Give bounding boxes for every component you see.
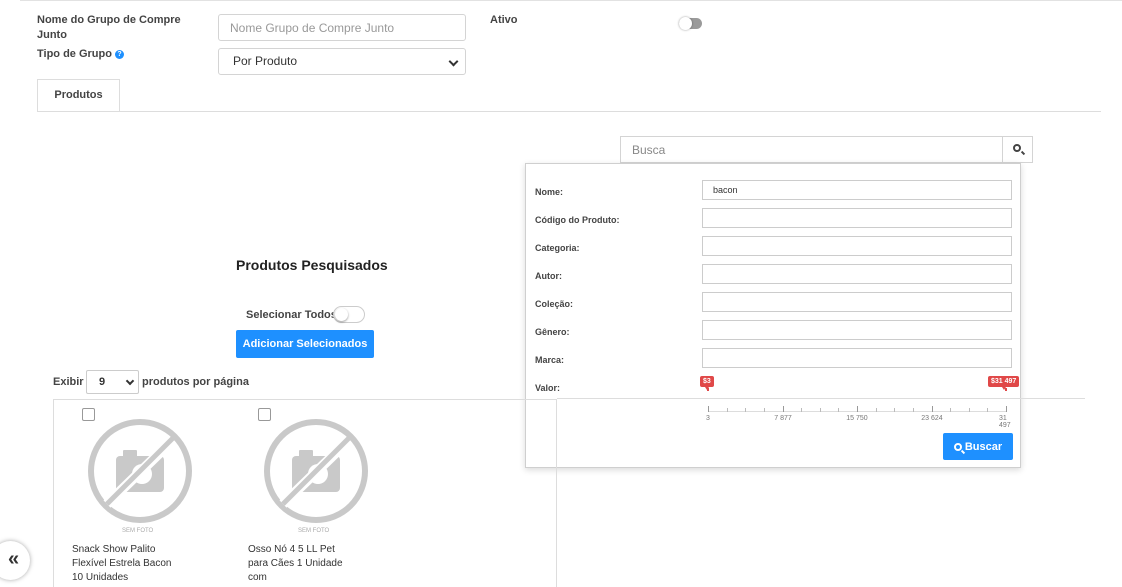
help-icon[interactable]: ? [114, 50, 124, 59]
top-divider [20, 0, 1122, 1]
tab-divider [37, 111, 1101, 112]
slider-tick [745, 408, 747, 412]
filter-categoria-input[interactable] [702, 236, 1012, 256]
tick-label: 23 624 [921, 415, 943, 422]
no-photo-icon [264, 419, 368, 523]
tick-label: 15 750 [846, 415, 868, 422]
filter-codigo-input[interactable] [702, 208, 1012, 228]
add-selected-button[interactable]: Adicionar Selecionados [236, 330, 374, 358]
filter-colecao-label: Coleção: [535, 299, 574, 309]
group-type-value: Por Produto [233, 54, 298, 68]
active-label: Ativo [490, 14, 518, 26]
slider-tick [708, 406, 709, 412]
per-page-select[interactable]: 9 [86, 370, 139, 394]
filter-genero-input[interactable] [702, 320, 1012, 340]
filter-codigo-label: Código do Produto: [535, 215, 620, 225]
toggle-knob [679, 17, 692, 30]
product-name[interactable]: Snack Show Palito Flexível Estrela Bacon… [72, 543, 172, 585]
filter-autor-label: Autor: [535, 271, 562, 281]
price-min-flag[interactable]: $3 [700, 376, 714, 390]
per-page-value: 9 [99, 376, 106, 388]
tick-label: 3 [706, 415, 710, 422]
select-all-label: Selecionar Todos [246, 309, 337, 321]
filter-marca-input[interactable] [702, 348, 1012, 368]
search-input[interactable] [621, 137, 1003, 162]
chevron-down-icon [448, 56, 459, 67]
grid-divider [557, 398, 1085, 399]
slider-tick [968, 408, 970, 412]
search-bar [620, 136, 1033, 163]
filter-valor-label: Valor: [535, 383, 561, 393]
slider-tick [782, 406, 784, 412]
search-icon [953, 442, 962, 451]
price-max-flag[interactable]: $31 497 [988, 376, 1020, 390]
filter-nome-label: Nome: [535, 187, 564, 197]
group-type-label-text: Tipo de Grupo [37, 48, 112, 60]
no-photo-text: SEM FOTO [298, 528, 330, 534]
slider-tick [726, 408, 728, 412]
filter-categoria-label: Categoria: [535, 243, 580, 253]
slider-tick [894, 408, 896, 412]
product-name[interactable]: Osso Nó 4 5 LL Pet para Cães 1 Unidade c… [248, 543, 348, 585]
active-toggle[interactable] [679, 17, 702, 30]
filter-nome-input[interactable] [702, 180, 1012, 200]
show-label: Exibir [53, 376, 84, 388]
tick-label: 7 877 [774, 415, 792, 422]
slider-tick [838, 408, 840, 412]
filter-genero-label: Gênero: [535, 327, 570, 337]
tab-produtos[interactable]: Produtos [37, 79, 120, 112]
no-photo-icon [88, 419, 192, 523]
tick-label: 31 497 [999, 415, 1011, 429]
filter-colecao-input[interactable] [702, 292, 1012, 312]
buscar-label: Buscar [964, 440, 1003, 453]
group-name-label: Nome do Grupo de Compre Junto [37, 14, 181, 41]
slider-tick [987, 408, 989, 412]
group-type-label: Tipo de Grupo? [37, 47, 124, 62]
chevron-down-icon [125, 376, 135, 386]
double-chevron-left-icon[interactable]: « [0, 541, 30, 580]
slider-tick [819, 408, 821, 412]
slider-tick [931, 406, 933, 412]
price-max-handle[interactable] [1005, 388, 1007, 391]
slider-tick [875, 408, 877, 412]
buscar-button[interactable]: Buscar [943, 433, 1013, 460]
slider-tick [857, 406, 858, 412]
price-min-handle[interactable] [707, 388, 709, 391]
slider-tick [801, 408, 803, 412]
search-button[interactable] [1002, 137, 1032, 162]
search-icon [1013, 144, 1021, 152]
slider-tick [950, 408, 952, 412]
toggle-knob [335, 308, 348, 321]
product-card: SEM FOTO Snack Show Palito Flexível Estr… [72, 408, 242, 587]
results-title: Produtos Pesquisados [236, 257, 388, 273]
no-photo-text: SEM FOTO [122, 528, 154, 534]
product-card: SEM FOTO Osso Nó 4 5 LL Pet para Cães 1 … [248, 408, 418, 587]
per-page-label: produtos por página [142, 376, 249, 388]
group-type-select[interactable]: Por Produto [218, 48, 466, 75]
slider-tick [1006, 406, 1007, 412]
slider-tick [763, 408, 765, 412]
slider-tick [912, 408, 914, 412]
filter-marca-label: Marca: [535, 355, 565, 365]
filter-autor-input[interactable] [702, 264, 1012, 284]
select-all-toggle[interactable] [333, 306, 365, 323]
search-filter-panel: Nome: Código do Produto: Categoria: Auto… [525, 163, 1021, 468]
group-name-input[interactable] [218, 14, 466, 41]
